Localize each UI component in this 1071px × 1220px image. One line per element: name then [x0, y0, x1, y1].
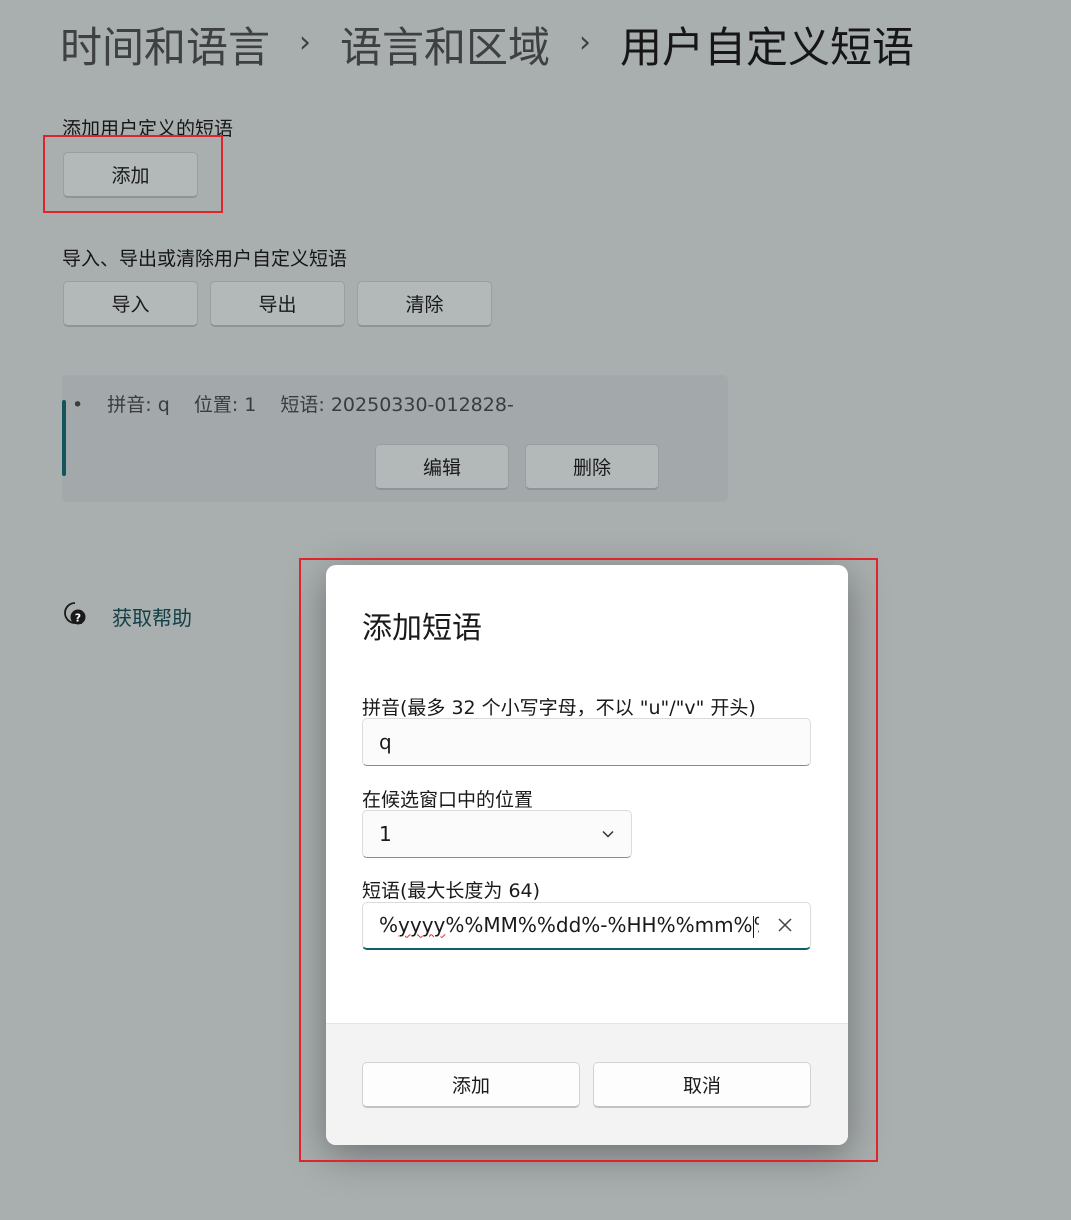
get-help-link[interactable]: 获取帮助 — [112, 602, 192, 631]
breadcrumb-language-region[interactable]: 语言和区域 — [340, 14, 550, 75]
highlight-box-add — [43, 135, 223, 213]
breadcrumb-separator: › — [299, 24, 312, 60]
entry-position: 位置: 1 — [193, 394, 257, 416]
edit-button[interactable]: 编辑 — [375, 444, 509, 490]
help-chat-icon[interactable]: ? — [62, 600, 90, 628]
delete-button[interactable]: 删除 — [525, 444, 659, 490]
manage-phrases-label: 导入、导出或清除用户自定义短语 — [62, 248, 348, 270]
entry-pinyin: 拼音: q — [107, 394, 170, 416]
selection-indicator — [62, 400, 66, 476]
import-button[interactable]: 导入 — [63, 281, 198, 327]
breadcrumb-separator: › — [579, 24, 592, 60]
list-bullet: • — [72, 394, 84, 416]
export-button[interactable]: 导出 — [210, 281, 345, 327]
highlight-box-dialog — [299, 558, 878, 1162]
breadcrumb: 时间和语言 › 语言和区域 › 用户自定义短语 — [60, 14, 914, 74]
page-title: 用户自定义短语 — [620, 22, 915, 72]
svg-text:?: ? — [75, 612, 81, 625]
entry-phrase: 短语: 20250330-012828- — [280, 394, 514, 416]
phrase-entry-details: • 拼音: q 位置: 1 短语: 20250330-012828- — [72, 390, 532, 417]
clear-button[interactable]: 清除 — [357, 281, 492, 327]
breadcrumb-time-language[interactable]: 时间和语言 — [60, 14, 270, 75]
